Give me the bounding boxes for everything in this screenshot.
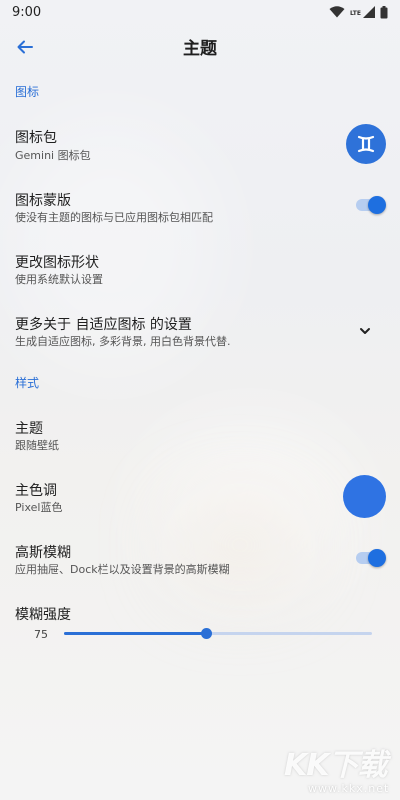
signal-icon [363, 6, 375, 18]
status-time: 9:00 [12, 4, 42, 20]
setting-primary-color[interactable]: 主色调 Pixel蓝色 [0, 470, 400, 526]
setting-icon-mask[interactable]: 图标蒙版 使没有主题的图标与已应用图标包相匹配 [0, 180, 400, 230]
chevron-down-icon[interactable] [358, 324, 372, 338]
setting-title: 图标蒙版 [15, 193, 71, 209]
blur-toggle[interactable] [356, 549, 386, 567]
setting-title: 高斯模糊 [15, 545, 71, 561]
primary-color-swatch[interactable] [343, 475, 386, 518]
icon-mask-toggle[interactable] [356, 196, 386, 214]
app-bar: 主题 [0, 24, 400, 68]
setting-icon-shape[interactable]: 更改图标形状 使用系统默认设置 [0, 242, 400, 292]
watermark-url: www.kkx.net [308, 782, 390, 795]
lte-label: LTE [349, 9, 361, 17]
setting-icon-pack[interactable]: 图标包 Gemini 图标包 [0, 115, 400, 171]
setting-blur-strength: 模糊强度 [0, 594, 400, 623]
setting-title: 模糊强度 [15, 607, 71, 623]
setting-title: 更多关于 自适应图标 的设置 [15, 317, 192, 333]
slider-value: 75 [34, 628, 48, 641]
battery-icon [380, 5, 388, 18]
watermark-logo: KK下载 [284, 748, 387, 783]
blur-strength-slider[interactable] [64, 628, 372, 639]
setting-title: 图标包 [15, 130, 57, 146]
setting-title: 主色调 [15, 483, 57, 499]
slider-fill [64, 632, 206, 635]
setting-title: 更改图标形状 [15, 255, 99, 271]
slider-thumb[interactable] [200, 628, 212, 639]
setting-subtitle: Gemini 图标包 [15, 149, 91, 162]
setting-adaptive-icons[interactable]: 更多关于 自适应图标 的设置 生成自适应图标, 多彩背景, 用白色背景代替. [0, 304, 400, 354]
setting-subtitle: 使用系统默认设置 [15, 273, 103, 286]
gemini-icon [357, 135, 375, 153]
setting-subtitle: 使没有主题的图标与已应用图标包相匹配 [15, 211, 213, 224]
section-header-icons: 图标 [15, 85, 40, 99]
setting-title: 主题 [15, 421, 43, 437]
setting-theme[interactable]: 主题 跟随壁纸 [0, 408, 400, 458]
section-header-style: 样式 [15, 376, 40, 390]
toggle-thumb [368, 196, 386, 214]
setting-blur[interactable]: 高斯模糊 应用抽屉、Dock栏以及设置背景的高斯模糊 [0, 532, 400, 582]
setting-subtitle: Pixel蓝色 [15, 501, 63, 514]
watermark: KK下载 www.kkx.net [282, 738, 400, 800]
status-icons: LTE [329, 5, 388, 19]
setting-subtitle: 生成自适应图标, 多彩背景, 用白色背景代替. [15, 335, 231, 348]
toggle-thumb [368, 549, 386, 567]
icon-pack-button[interactable] [346, 124, 386, 164]
setting-subtitle: 应用抽屉、Dock栏以及设置背景的高斯模糊 [15, 563, 230, 576]
status-bar: 9:00 LTE [0, 0, 400, 24]
wifi-icon [329, 6, 345, 18]
setting-subtitle: 跟随壁纸 [15, 439, 59, 452]
page-title: 主题 [183, 39, 217, 59]
